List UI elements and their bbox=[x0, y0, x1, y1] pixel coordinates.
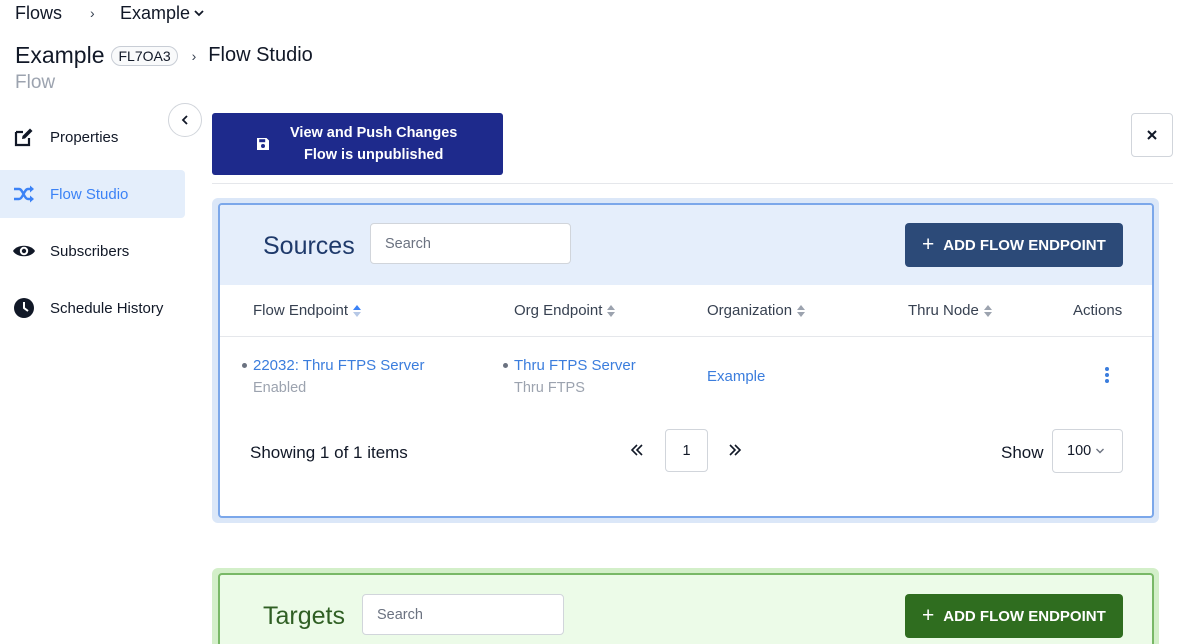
shuffle-icon bbox=[12, 182, 36, 206]
sort-ascending-icon bbox=[353, 304, 362, 317]
column-header-flow-endpoint[interactable]: Flow Endpoint bbox=[253, 302, 362, 319]
add-button-label: ADD FLOW ENDPOINT bbox=[943, 607, 1106, 625]
page-subtitle: Flow bbox=[15, 72, 56, 93]
targets-add-flow-endpoint-button[interactable]: + ADD FLOW ENDPOINT bbox=[905, 594, 1123, 638]
sources-search-input[interactable] bbox=[370, 223, 571, 264]
sources-add-flow-endpoint-button[interactable]: + ADD FLOW ENDPOINT bbox=[905, 223, 1123, 267]
publish-status-text: Flow is unpublished bbox=[303, 147, 444, 163]
push-button-title: View and Push Changes bbox=[290, 125, 458, 141]
edit-icon bbox=[12, 125, 36, 149]
targets-title: Targets bbox=[263, 602, 345, 630]
targets-panel: Targets + ADD FLOW ENDPOINT bbox=[218, 573, 1154, 644]
double-chevron-right-icon[interactable] bbox=[728, 443, 742, 462]
breadcrumb-current-dropdown[interactable]: Example bbox=[120, 3, 205, 24]
sources-panel: Sources + ADD FLOW ENDPOINT Flow Endpoin… bbox=[218, 203, 1154, 518]
pagination: Showing 1 of 1 items 1 Show 100 bbox=[220, 417, 1152, 507]
sidebar: Properties Flow Studio Subscribers Sched… bbox=[0, 113, 185, 341]
flow-endpoint-status: Enabled bbox=[253, 380, 307, 396]
row-actions-menu-icon[interactable] bbox=[1104, 367, 1110, 385]
chevron-down-icon bbox=[194, 10, 204, 17]
column-label: Organization bbox=[707, 302, 793, 319]
sidebar-item-subscribers[interactable]: Subscribers bbox=[0, 227, 185, 275]
sidebar-collapse-button[interactable] bbox=[168, 103, 202, 137]
add-button-label: ADD FLOW ENDPOINT bbox=[943, 236, 1106, 254]
chevron-down-icon bbox=[1096, 448, 1105, 454]
sort-icon bbox=[983, 304, 992, 317]
organization-link[interactable]: Example bbox=[707, 368, 765, 385]
sidebar-item-label: Subscribers bbox=[50, 242, 130, 260]
column-header-actions: Actions bbox=[1073, 302, 1123, 319]
targets-search-input[interactable] bbox=[362, 594, 564, 635]
plus-icon: + bbox=[922, 233, 935, 256]
sort-icon bbox=[607, 304, 616, 317]
status-dot bbox=[242, 363, 247, 368]
page-size-label: Show bbox=[1001, 443, 1044, 462]
toolbar-divider bbox=[212, 183, 1173, 184]
column-header-org-endpoint[interactable]: Org Endpoint bbox=[514, 302, 616, 319]
view-and-push-changes-button[interactable]: View and Push Changes Flow is unpublishe… bbox=[212, 113, 503, 175]
column-header-thru-node[interactable]: Thru Node bbox=[908, 302, 993, 319]
page-header: Example FL7OA3 › Flow Studio bbox=[15, 42, 313, 69]
page-title: Example bbox=[15, 42, 105, 68]
sidebar-item-label: Schedule History bbox=[50, 299, 164, 317]
close-icon bbox=[1147, 130, 1157, 140]
sidebar-item-label: Flow Studio bbox=[50, 185, 129, 203]
eye-icon bbox=[12, 239, 36, 263]
clock-icon bbox=[12, 296, 36, 320]
breadcrumb: Flows › Example bbox=[15, 3, 205, 23]
plus-icon: + bbox=[922, 604, 935, 627]
sidebar-item-flow-studio[interactable]: Flow Studio bbox=[0, 170, 185, 218]
breadcrumb-current-label: Example bbox=[120, 2, 191, 23]
flow-endpoint-link[interactable]: 22032: Thru FTPS Server bbox=[253, 357, 424, 374]
header-separator: › bbox=[191, 47, 197, 64]
column-header-organization[interactable]: Organization bbox=[707, 302, 806, 319]
column-label: Flow Endpoint bbox=[253, 302, 349, 319]
status-dot bbox=[503, 363, 508, 368]
chevron-left-icon bbox=[181, 115, 188, 125]
org-endpoint-type: Thru FTPS bbox=[514, 380, 585, 396]
column-label: Thru Node bbox=[908, 302, 979, 319]
sidebar-item-properties[interactable]: Properties bbox=[0, 113, 185, 161]
sort-icon bbox=[797, 304, 806, 317]
page-size-value: 100 bbox=[1067, 443, 1092, 459]
flow-id-badge: FL7OA3 bbox=[111, 45, 178, 66]
close-button[interactable] bbox=[1131, 113, 1173, 157]
targets-panel-header: Targets + ADD FLOW ENDPOINT bbox=[220, 575, 1152, 644]
double-chevron-left-icon[interactable] bbox=[630, 443, 644, 462]
sources-panel-header: Sources + ADD FLOW ENDPOINT bbox=[220, 205, 1152, 285]
table-row: 22032: Thru FTPS Server Enabled Thru FTP… bbox=[220, 337, 1152, 417]
column-label: Org Endpoint bbox=[514, 302, 603, 319]
sidebar-item-schedule-history[interactable]: Schedule History bbox=[0, 284, 185, 332]
sidebar-item-label: Properties bbox=[50, 128, 119, 146]
sources-title: Sources bbox=[263, 232, 355, 260]
sources-table-header: Flow Endpoint Org Endpoint Organization … bbox=[220, 285, 1152, 337]
org-endpoint-link[interactable]: Thru FTPS Server bbox=[514, 357, 636, 374]
page-size-select[interactable]: 100 bbox=[1052, 429, 1123, 473]
pagination-summary: Showing 1 of 1 items bbox=[250, 443, 408, 462]
breadcrumb-flows-link[interactable]: Flows bbox=[15, 3, 62, 24]
page-number-button[interactable]: 1 bbox=[665, 429, 708, 472]
save-icon bbox=[256, 137, 272, 151]
breadcrumb-separator: › bbox=[90, 5, 95, 21]
section-title: Flow Studio bbox=[208, 44, 313, 66]
